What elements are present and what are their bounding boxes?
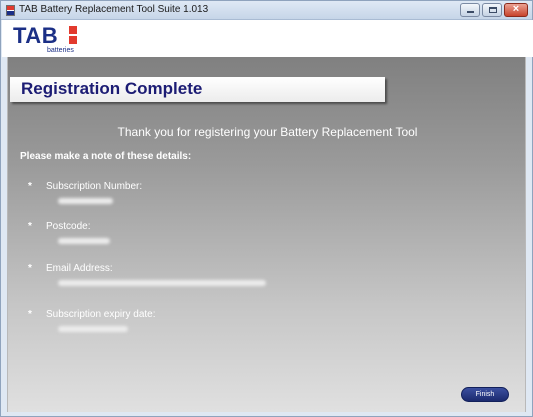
- minimize-icon: [467, 11, 474, 13]
- detail-label: Subscription expiry date:: [46, 309, 156, 320]
- maximize-icon: [489, 7, 497, 13]
- close-button[interactable]: ×: [504, 3, 528, 17]
- minimize-button[interactable]: [460, 3, 480, 17]
- bullet-marker: *: [28, 309, 32, 320]
- detail-label: Subscription Number:: [46, 181, 143, 192]
- page-heading-banner: Registration Complete: [10, 77, 385, 102]
- note-instruction: Please make a note of these details:: [20, 151, 192, 162]
- redacted-value: [58, 198, 113, 204]
- app-window: TAB Battery Replacement Tool Suite 1.013…: [0, 0, 533, 417]
- finish-button[interactable]: Finish: [461, 387, 509, 402]
- title-bar[interactable]: TAB Battery Replacement Tool Suite 1.013…: [1, 1, 532, 20]
- battery-logo-icon: [69, 26, 77, 44]
- redacted-value: [58, 326, 128, 332]
- window-title: TAB Battery Replacement Tool Suite 1.013: [19, 4, 209, 15]
- window-controls: ×: [460, 3, 528, 17]
- app-icon: [6, 5, 15, 16]
- logo-band: TAB batteries: [2, 20, 533, 57]
- brand-logo-text: TAB: [13, 23, 59, 48]
- detail-label: Postcode:: [46, 221, 91, 232]
- redacted-value: [58, 238, 110, 244]
- thank-you-message: Thank you for registering your Battery R…: [117, 125, 418, 139]
- redacted-value: [58, 280, 266, 286]
- close-icon: ×: [512, 3, 520, 15]
- bullet-marker: *: [28, 181, 32, 192]
- page-title: Registration Complete: [21, 79, 203, 98]
- brand-logo-subtitle: batteries: [47, 47, 74, 54]
- maximize-button[interactable]: [482, 3, 502, 17]
- bullet-marker: *: [28, 221, 32, 232]
- bullet-marker: *: [28, 263, 32, 274]
- main-content-panel: Registration Complete Thank you for regi…: [7, 57, 526, 412]
- detail-label: Email Address:: [46, 263, 113, 274]
